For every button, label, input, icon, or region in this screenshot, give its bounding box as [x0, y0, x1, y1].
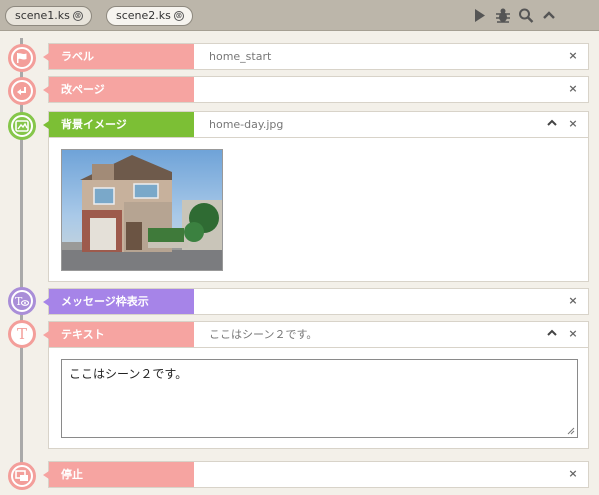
chevron-up-icon[interactable] — [541, 7, 557, 24]
tab-scene1[interactable]: scene1.ks ⊗ — [5, 6, 92, 26]
text-panel: ここはシーン２です。 — [48, 348, 589, 449]
text-eye-icon: T — [8, 287, 36, 315]
search-icon[interactable] — [518, 7, 534, 24]
command-label: 停止 — [43, 462, 194, 487]
background-panel — [48, 138, 589, 282]
close-icon[interactable]: × — [568, 50, 578, 61]
tab-bar: scene1.ks ⊗ scene2.ks ⊗ — [0, 0, 599, 31]
command-label: 改ページ — [43, 77, 194, 102]
play-icon[interactable] — [472, 7, 488, 24]
bug-icon[interactable] — [495, 7, 511, 24]
tab-close-icon[interactable]: ⊗ — [72, 11, 83, 21]
command-row-stop[interactable]: 停止 × — [43, 461, 589, 488]
image-icon — [8, 112, 36, 140]
timeline-rail — [20, 38, 23, 488]
return-arrow-icon — [8, 77, 36, 105]
flag-icon — [8, 44, 36, 72]
tab-close-icon[interactable]: ⊗ — [173, 11, 184, 21]
text-body-input[interactable]: ここはシーン２です。 — [61, 359, 578, 438]
text-t-icon: T — [8, 320, 36, 348]
close-icon[interactable]: × — [568, 328, 578, 339]
tab-label: scene1.ks — [15, 9, 70, 22]
resize-grip-icon[interactable] — [567, 427, 575, 435]
text-t-glyph: T — [16, 325, 27, 343]
close-icon[interactable]: × — [568, 295, 578, 306]
command-label: ラベル — [43, 44, 194, 69]
command-value: home_start — [209, 50, 272, 63]
background-thumbnail[interactable] — [61, 149, 223, 271]
close-icon[interactable]: × — [568, 83, 578, 94]
command-row-text[interactable]: テキスト ここはシーン２です。 × — [43, 321, 589, 348]
command-label: メッセージ枠表示 — [43, 289, 194, 314]
command-row-label[interactable]: ラベル home_start × — [43, 43, 589, 70]
command-row-message-window[interactable]: メッセージ枠表示 × — [43, 288, 589, 315]
chevron-up-icon[interactable] — [547, 118, 557, 128]
command-value: ここはシーン２です。 — [209, 328, 318, 341]
tab-label: scene2.ks — [116, 9, 171, 22]
window-stop-icon — [8, 462, 36, 490]
close-icon[interactable]: × — [568, 118, 578, 129]
close-icon[interactable]: × — [568, 468, 578, 479]
command-label: テキスト — [43, 322, 194, 347]
command-label: 背景イメージ — [43, 112, 194, 137]
command-value: home-day.jpg — [209, 118, 284, 131]
chevron-up-icon[interactable] — [547, 328, 557, 338]
command-row-background[interactable]: 背景イメージ home-day.jpg × — [43, 111, 589, 138]
text-body: ここはシーン２です。 — [69, 367, 188, 381]
command-row-pagebreak[interactable]: 改ページ × — [43, 76, 589, 103]
tab-scene2[interactable]: scene2.ks ⊗ — [106, 6, 193, 26]
